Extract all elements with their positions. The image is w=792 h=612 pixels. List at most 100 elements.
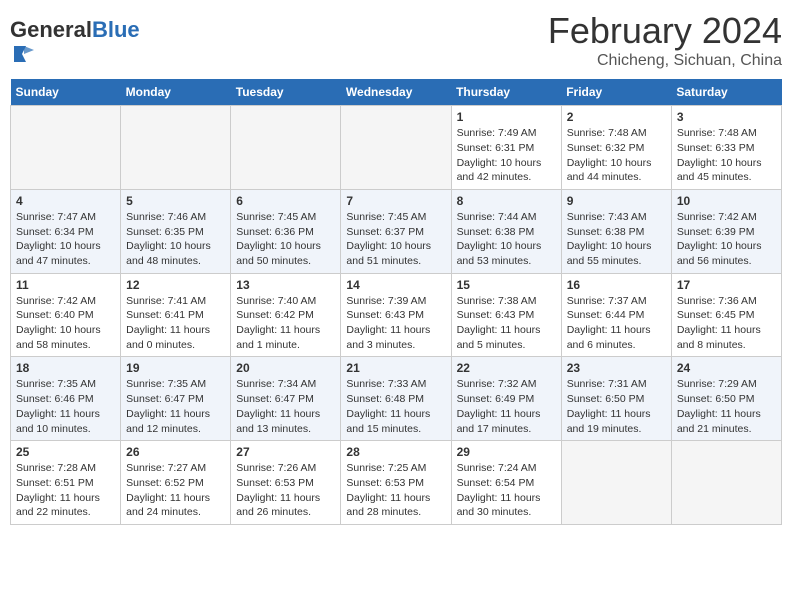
calendar-cell: 19Sunrise: 7:35 AM Sunset: 6:47 PM Dayli… — [121, 357, 231, 441]
day-info: Sunrise: 7:38 AM Sunset: 6:43 PM Dayligh… — [457, 294, 556, 353]
day-info: Sunrise: 7:45 AM Sunset: 6:37 PM Dayligh… — [346, 210, 445, 269]
day-info: Sunrise: 7:35 AM Sunset: 6:46 PM Dayligh… — [16, 377, 115, 436]
day-number: 23 — [567, 361, 666, 375]
day-number: 5 — [126, 194, 225, 208]
day-info: Sunrise: 7:29 AM Sunset: 6:50 PM Dayligh… — [677, 377, 776, 436]
logo-general: General — [10, 17, 92, 42]
day-number: 1 — [457, 110, 556, 124]
day-info: Sunrise: 7:45 AM Sunset: 6:36 PM Dayligh… — [236, 210, 335, 269]
day-info: Sunrise: 7:26 AM Sunset: 6:53 PM Dayligh… — [236, 461, 335, 520]
weekday-header-friday: Friday — [561, 79, 671, 106]
calendar-header: SundayMondayTuesdayWednesdayThursdayFrid… — [11, 79, 782, 106]
calendar-cell: 27 Sunrise: 7:26 AM Sunset: 6:53 PM Dayli… — [231, 441, 341, 525]
calendar-cell: 21 Sunrise: 7:33 AM Sunset: 6:48 PM Dayli… — [341, 357, 451, 441]
day-info: Sunrise: 7:31 AM Sunset: 6:50 PM Dayligh… — [567, 377, 666, 436]
weekday-header-sunday: Sunday — [11, 79, 121, 106]
calendar-cell: 24 Sunrise: 7:29 AM Sunset: 6:50 PM Dayli… — [671, 357, 781, 441]
day-number: 12 — [126, 278, 225, 292]
day-number: 14 — [346, 278, 445, 292]
day-number: 25 — [16, 445, 115, 459]
day-info: Sunrise: 7:49 AM Sunset: 6:31 PM Dayligh… — [457, 126, 556, 185]
day-info: Sunrise: 7:33 AM Sunset: 6:48 PM Dayligh… — [346, 377, 445, 436]
day-number: 20 — [236, 361, 335, 375]
day-info: Sunrise: 7:24 AM Sunset: 6:54 PM Dayligh… — [457, 461, 556, 520]
day-info: Sunrise: 7:32 AM Sunset: 6:49 PM Dayligh… — [457, 377, 556, 436]
day-info: Sunrise: 7:28 AM Sunset: 6:51 PM Dayligh… — [16, 461, 115, 520]
day-number: 29 — [457, 445, 556, 459]
day-number: 9 — [567, 194, 666, 208]
day-number: 28 — [346, 445, 445, 459]
day-number: 10 — [677, 194, 776, 208]
logo-icon — [12, 42, 36, 66]
day-number: 7 — [346, 194, 445, 208]
calendar-table: SundayMondayTuesdayWednesdayThursdayFrid… — [10, 79, 782, 525]
calendar-cell: 2 Sunrise: 7:48 AM Sunset: 6:32 PM Daylig… — [561, 106, 671, 190]
calendar-cell — [561, 441, 671, 525]
day-info: Sunrise: 7:43 AM Sunset: 6:38 PM Dayligh… — [567, 210, 666, 269]
day-number: 16 — [567, 278, 666, 292]
calendar-cell: 7 Sunrise: 7:45 AM Sunset: 6:37 PM Daylig… — [341, 189, 451, 273]
calendar-week-4: 18 Sunrise: 7:35 AM Sunset: 6:46 PM Dayli… — [11, 357, 782, 441]
calendar-cell: 1 Sunrise: 7:49 AM Sunset: 6:31 PM Daylig… — [451, 106, 561, 190]
day-info: Sunrise: 7:48 AM Sunset: 6:32 PM Dayligh… — [567, 126, 666, 185]
day-info: Sunrise: 7:27 AM Sunset: 6:52 PM Dayligh… — [126, 461, 225, 520]
weekday-row: SundayMondayTuesdayWednesdayThursdayFrid… — [11, 79, 782, 106]
weekday-header-saturday: Saturday — [671, 79, 781, 106]
day-number: 13 — [236, 278, 335, 292]
day-number: 11 — [16, 278, 115, 292]
main-title: February 2024 — [548, 10, 782, 52]
logo-blue: Blue — [92, 17, 140, 42]
day-info: Sunrise: 7:42 AM Sunset: 6:39 PM Dayligh… — [677, 210, 776, 269]
day-info: Sunrise: 7:48 AM Sunset: 6:33 PM Dayligh… — [677, 126, 776, 185]
calendar-week-1: 1 Sunrise: 7:49 AM Sunset: 6:31 PM Daylig… — [11, 106, 782, 190]
calendar-body: 1 Sunrise: 7:49 AM Sunset: 6:31 PM Daylig… — [11, 106, 782, 525]
day-info: Sunrise: 7:41 AM Sunset: 6:41 PM Dayligh… — [126, 294, 225, 353]
calendar-cell: 12 Sunrise: 7:41 AM Sunset: 6:41 PM Dayli… — [121, 273, 231, 357]
day-number: 15 — [457, 278, 556, 292]
calendar-cell: 3Sunrise: 7:48 AM Sunset: 6:33 PM Daylig… — [671, 106, 781, 190]
day-number: 4 — [16, 194, 115, 208]
day-number: 6 — [236, 194, 335, 208]
calendar-cell: 18 Sunrise: 7:35 AM Sunset: 6:46 PM Dayli… — [11, 357, 121, 441]
calendar-cell — [11, 106, 121, 190]
day-info: Sunrise: 7:37 AM Sunset: 6:44 PM Dayligh… — [567, 294, 666, 353]
day-number: 18 — [16, 361, 115, 375]
calendar-cell: 10 Sunrise: 7:42 AM Sunset: 6:39 PM Dayli… — [671, 189, 781, 273]
calendar-cell: 11 Sunrise: 7:42 AM Sunset: 6:40 PM Dayli… — [11, 273, 121, 357]
calendar-week-3: 11 Sunrise: 7:42 AM Sunset: 6:40 PM Dayli… — [11, 273, 782, 357]
calendar-cell: 15 Sunrise: 7:38 AM Sunset: 6:43 PM Dayli… — [451, 273, 561, 357]
calendar-cell: 20 Sunrise: 7:34 AM Sunset: 6:47 PM Dayli… — [231, 357, 341, 441]
day-number: 21 — [346, 361, 445, 375]
calendar-week-5: 25 Sunrise: 7:28 AM Sunset: 6:51 PM Dayli… — [11, 441, 782, 525]
calendar-cell: 16 Sunrise: 7:37 AM Sunset: 6:44 PM Dayli… — [561, 273, 671, 357]
calendar-cell: 23 Sunrise: 7:31 AM Sunset: 6:50 PM Dayli… — [561, 357, 671, 441]
day-info: Sunrise: 7:42 AM Sunset: 6:40 PM Dayligh… — [16, 294, 115, 353]
day-number: 22 — [457, 361, 556, 375]
day-info: Sunrise: 7:34 AM Sunset: 6:47 PM Dayligh… — [236, 377, 335, 436]
day-number: 24 — [677, 361, 776, 375]
calendar-cell — [231, 106, 341, 190]
day-number: 27 — [236, 445, 335, 459]
day-info: Sunrise: 7:46 AM Sunset: 6:35 PM Dayligh… — [126, 210, 225, 269]
day-number: 26 — [126, 445, 225, 459]
logo: GeneralBlue — [10, 18, 140, 71]
weekday-header-wednesday: Wednesday — [341, 79, 451, 106]
day-number: 8 — [457, 194, 556, 208]
calendar-cell: 9 Sunrise: 7:43 AM Sunset: 6:38 PM Daylig… — [561, 189, 671, 273]
calendar-week-2: 4 Sunrise: 7:47 AM Sunset: 6:34 PM Daylig… — [11, 189, 782, 273]
calendar-cell: 13Sunrise: 7:40 AM Sunset: 6:42 PM Dayli… — [231, 273, 341, 357]
weekday-header-tuesday: Tuesday — [231, 79, 341, 106]
weekday-header-monday: Monday — [121, 79, 231, 106]
calendar-cell — [671, 441, 781, 525]
day-info: Sunrise: 7:25 AM Sunset: 6:53 PM Dayligh… — [346, 461, 445, 520]
calendar-cell: 25 Sunrise: 7:28 AM Sunset: 6:51 PM Dayli… — [11, 441, 121, 525]
page-header: GeneralBlue February 2024 Chicheng, Sich… — [10, 10, 782, 71]
day-info: Sunrise: 7:36 AM Sunset: 6:45 PM Dayligh… — [677, 294, 776, 353]
calendar-cell: 17Sunrise: 7:36 AM Sunset: 6:45 PM Dayli… — [671, 273, 781, 357]
calendar-cell: 14Sunrise: 7:39 AM Sunset: 6:43 PM Dayli… — [341, 273, 451, 357]
calendar-cell: 5 Sunrise: 7:46 AM Sunset: 6:35 PM Daylig… — [121, 189, 231, 273]
calendar-cell — [121, 106, 231, 190]
title-block: February 2024 Chicheng, Sichuan, China — [548, 10, 782, 70]
day-info: Sunrise: 7:47 AM Sunset: 6:34 PM Dayligh… — [16, 210, 115, 269]
day-number: 2 — [567, 110, 666, 124]
